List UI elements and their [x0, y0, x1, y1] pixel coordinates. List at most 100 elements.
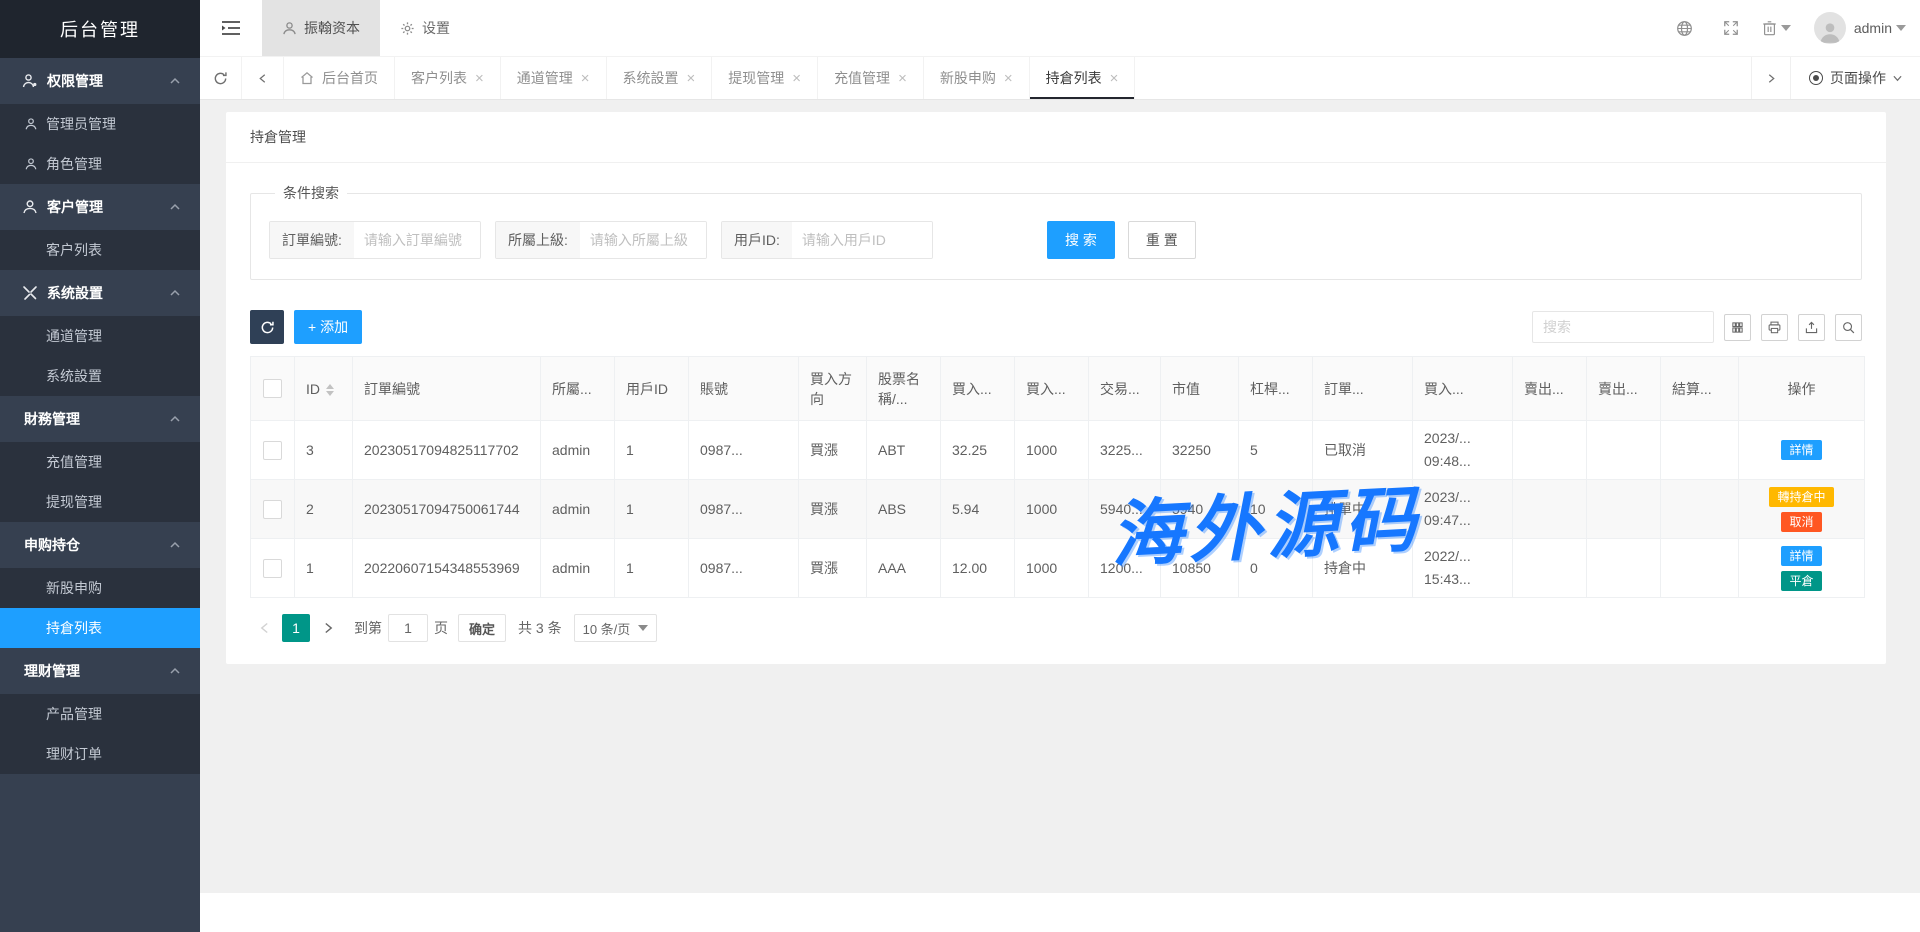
tab-label: 提现管理: [728, 68, 784, 88]
sidebar-item-recharge-management[interactable]: 充值管理: [0, 442, 200, 482]
tab-label: 客户列表: [411, 68, 467, 88]
jump-prefix-label: 到第: [354, 618, 382, 638]
sidebar-group-wealth[interactable]: 理财管理: [0, 648, 200, 694]
close-icon[interactable]: ×: [792, 71, 801, 86]
workspace-tab-settings[interactable]: 设置: [380, 0, 470, 56]
chevron-up-icon: [170, 288, 180, 298]
col-direction: 買入方向: [799, 357, 867, 421]
export-icon[interactable]: [1798, 314, 1825, 341]
close-icon[interactable]: ×: [475, 71, 484, 86]
workspace-tab-label: 振翰资本: [304, 18, 360, 38]
user-id-input[interactable]: [792, 222, 932, 258]
prev-page-icon[interactable]: [250, 614, 278, 642]
col-id[interactable]: ID: [295, 357, 353, 421]
page-jump-input[interactable]: [388, 614, 428, 642]
tab-withdraw-management[interactable]: 提现管理 ×: [712, 57, 818, 99]
tab-home[interactable]: 后台首页: [284, 57, 395, 99]
sidebar-item-channel-management[interactable]: 通道管理: [0, 316, 200, 356]
sidebar-item-wealth-orders[interactable]: 理财订单: [0, 734, 200, 774]
parent-agent-input[interactable]: [580, 222, 706, 258]
close-icon[interactable]: ×: [581, 71, 590, 86]
sidebar-group-finance[interactable]: 財務管理: [0, 396, 200, 442]
row-checkbox[interactable]: [263, 559, 282, 578]
reset-button[interactable]: 重 置: [1128, 221, 1196, 259]
cell-trade-amount: 1200...: [1089, 539, 1161, 598]
cancel-button[interactable]: 取消: [1781, 512, 1821, 532]
sidebar-item-role-management[interactable]: 角色管理: [0, 144, 200, 184]
target-icon: [1809, 71, 1823, 85]
cell-stock: ABT: [867, 421, 941, 480]
sidebar-group-subscription-holdings[interactable]: 申购持仓: [0, 522, 200, 568]
row-checkbox[interactable]: [263, 500, 282, 519]
sidebar-group-system-settings[interactable]: 系统設置: [0, 270, 200, 316]
cell-status: 持倉中: [1313, 539, 1413, 598]
refresh-table-button[interactable]: [250, 310, 284, 344]
next-page-icon[interactable]: [314, 614, 342, 642]
sort-icon[interactable]: [326, 384, 334, 396]
sidebar-item-withdraw-management[interactable]: 提现管理: [0, 482, 200, 522]
tab-channel-management[interactable]: 通道管理×: [501, 57, 607, 99]
close-icon[interactable]: ×: [687, 71, 696, 86]
scroll-tabs-right-icon[interactable]: [1751, 57, 1791, 99]
sidebar-item-ipo-subscription[interactable]: 新股申购: [0, 568, 200, 608]
sidebar-item-system-settings[interactable]: 系统設置: [0, 356, 200, 396]
current-page[interactable]: 1: [282, 614, 310, 642]
chevron-down-icon: [1896, 25, 1906, 31]
col-stock: 股票名稱/...: [867, 357, 941, 421]
close-icon[interactable]: ×: [1004, 71, 1013, 86]
close-icon[interactable]: ×: [1110, 71, 1119, 86]
scroll-tabs-left-icon[interactable]: [242, 57, 284, 99]
sidebar-item-admin-management[interactable]: 管理员管理: [0, 104, 200, 144]
sidebar-group-customers[interactable]: 客户管理: [0, 184, 200, 230]
cell-user-id: 1: [615, 539, 689, 598]
transfer-holding-button[interactable]: 轉持倉中: [1769, 487, 1833, 507]
chevron-up-icon: [170, 414, 180, 424]
avatar[interactable]: [1814, 12, 1846, 44]
clear-cache-trash-icon[interactable]: [1754, 0, 1800, 57]
sidebar-item-label: 理财订单: [46, 744, 102, 764]
order-no-input[interactable]: [354, 222, 480, 258]
cell-parent: admin: [541, 421, 615, 480]
tab-recharge-management[interactable]: 充值管理×: [818, 57, 924, 99]
sidebar-group-permissions[interactable]: 权限管理: [0, 58, 200, 104]
cell-leverage: 10: [1239, 480, 1313, 539]
sidebar-item-customer-list[interactable]: 客户列表: [0, 230, 200, 270]
close-position-button[interactable]: 平倉: [1781, 571, 1821, 591]
col-buy-qty: 買入...: [1015, 357, 1089, 421]
cell-buy-price: 32.25: [941, 421, 1015, 480]
user-menu[interactable]: admin: [1854, 20, 1906, 36]
sidebar-collapse-icon[interactable]: [200, 0, 262, 56]
footer-strip: [200, 893, 1920, 932]
search-legend: 条件搜索: [275, 183, 347, 203]
workspace-tab-company[interactable]: 振翰资本: [262, 0, 380, 56]
search-magnifier-icon[interactable]: [1835, 314, 1862, 341]
sidebar-item-label: 提现管理: [46, 492, 102, 512]
tab-holdings-list[interactable]: 持倉列表×: [1030, 57, 1136, 99]
confirm-page-button[interactable]: 确定: [458, 614, 506, 642]
detail-button[interactable]: 詳情: [1781, 546, 1821, 566]
columns-filter-icon[interactable]: [1724, 314, 1751, 341]
cell-buy-qty: 1000: [1015, 539, 1089, 598]
row-checkbox[interactable]: [263, 441, 282, 460]
tab-customer-list[interactable]: 客户列表 ×: [395, 57, 501, 99]
table-search-input[interactable]: [1532, 311, 1714, 343]
tab-ipo-subscription[interactable]: 新股申购×: [924, 57, 1030, 99]
select-all-checkbox[interactable]: [263, 379, 282, 398]
sidebar-item-product-management[interactable]: 产品管理: [0, 694, 200, 734]
cell-market-value: 5940: [1161, 480, 1239, 539]
sidebar-item-holdings-list[interactable]: 持倉列表: [0, 608, 200, 648]
page-operations-dropdown[interactable]: 页面操作: [1791, 57, 1920, 99]
refresh-tabs-icon[interactable]: [200, 57, 242, 99]
language-globe-icon[interactable]: [1662, 0, 1708, 57]
add-button[interactable]: + 添加: [294, 310, 362, 344]
fullscreen-icon[interactable]: [1708, 0, 1754, 57]
tab-system-settings[interactable]: 系统設置×: [607, 57, 713, 99]
print-icon[interactable]: [1761, 314, 1788, 341]
detail-button[interactable]: 詳情: [1781, 440, 1821, 460]
cell-buy-time: 2023/...09:47...: [1413, 480, 1513, 539]
search-button[interactable]: 搜 索: [1047, 221, 1115, 259]
page-size-select[interactable]: 10 条/页: [574, 614, 658, 642]
cell-direction: 買漲: [799, 421, 867, 480]
table-row: 3 20230517094825117702 admin 1 0987... 買…: [251, 421, 1865, 480]
close-icon[interactable]: ×: [898, 71, 907, 86]
